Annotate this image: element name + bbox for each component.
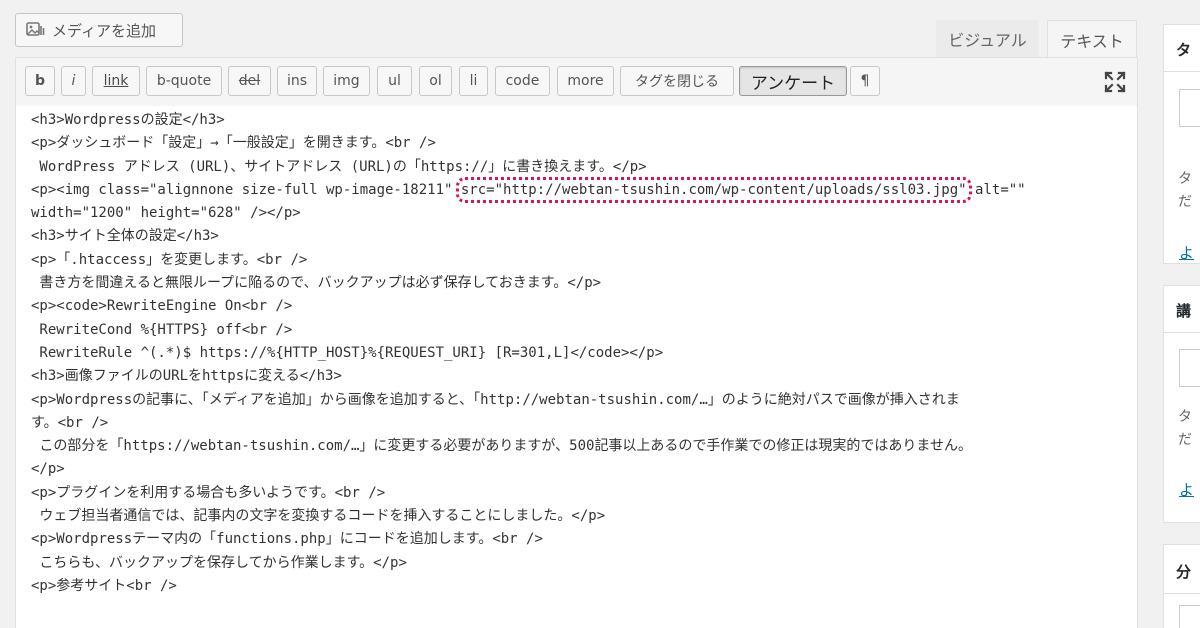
li-button[interactable]: li [459, 66, 488, 96]
code-line-segment: alt="" [966, 181, 1026, 198]
italic-button[interactable]: i [61, 66, 86, 96]
code-line: <h3>サイト全体の設定</h3> [31, 228, 219, 245]
text-editor[interactable]: <h3>Wordpressの設定</h3> <p>ダッシュボード「設定」→「一般… [15, 106, 1138, 628]
code-line: RewriteCond %{HTTPS} off<br /> [31, 321, 293, 338]
code-line: こちらも、バックアップを保存してから作業します。</p> [31, 554, 407, 571]
add-media-button[interactable]: メディアを追加 [15, 13, 183, 47]
del-button[interactable]: del [228, 66, 271, 96]
code-line: WordPress アドレス (URL)、サイトアドレス (URL)の「http… [31, 158, 647, 175]
sidebar-card-link[interactable]: よ [1179, 479, 1200, 500]
bold-button[interactable]: b [25, 66, 55, 96]
divider [1164, 332, 1200, 333]
ins-button[interactable]: ins [277, 66, 317, 96]
sidebar-card-heading: 講 [1176, 302, 1192, 320]
code-line: <h3>Wordpressの設定</h3> [31, 112, 225, 128]
add-media-label: メディアを追加 [52, 21, 156, 40]
sidebar-card-heading: 分 [1176, 563, 1192, 581]
sidebar-card-text: だ [1178, 432, 1192, 448]
code-line: 書き方を間違えると無限ループに陥るので、バックアップは必ず保存しておきます。</… [31, 275, 602, 292]
ul-button[interactable]: ul [377, 66, 412, 96]
code-line: <h3>画像ファイルのURLをhttpsに変える</h3> [31, 368, 342, 385]
divider [1164, 71, 1200, 72]
code-line: <p><code>RewriteEngine On<br /> [31, 298, 293, 315]
code-line: width="1200" height="628" /></p> [31, 205, 301, 222]
sidebar-input[interactable] [1179, 605, 1200, 628]
code-line: この部分を「https://webtan-tsushin.com/…」に変更する… [31, 438, 973, 455]
code-line: す。<br /> [31, 414, 109, 431]
sidebar-input[interactable] [1179, 89, 1200, 127]
code-line: RewriteRule ^(.*)$ https://%{HTTP_HOST}%… [31, 344, 664, 361]
sidebar-card-text: タ [1178, 171, 1192, 187]
sidebar-card-text: タ [1178, 409, 1192, 425]
highlighted-src: src="http://webtan-tsushin.com/wp-conten… [455, 176, 972, 203]
sidebar-card: タ タ だ よ [1163, 24, 1200, 264]
media-icon [26, 21, 46, 39]
sidebar-card: 分 [1163, 544, 1200, 628]
quicktags-toolbar: b i link b-quote del ins img ul ol li co… [15, 57, 1138, 107]
close-tags-button[interactable]: タグを閉じる [620, 66, 734, 96]
tab-text[interactable]: テキスト [1047, 20, 1137, 58]
tab-visual[interactable]: ビジュアル [936, 20, 1039, 58]
code-line: <p>「.htaccess」を変更します。<br /> [31, 251, 308, 268]
code-line: <p>参考サイト<br /> [31, 577, 177, 594]
sidebar-card-text: だ [1178, 194, 1192, 210]
sidebar-card-heading: タ [1176, 41, 1192, 59]
code-line: <p>Wordpressテーマ内の「functions.php」にコードを追加し… [31, 531, 543, 548]
link-button[interactable]: link [92, 66, 140, 96]
code-line-segment: <p><img class="alignnone size-full wp-im… [31, 181, 461, 198]
code-line: <p>ダッシュボード「設定」→「一般設定」を開きます。<br /> [31, 135, 436, 152]
fullscreen-icon[interactable] [1103, 70, 1127, 94]
sidebar-card-link[interactable]: よ [1179, 242, 1200, 263]
code-line: <p><img class="alignnone size-full wp-im… [31, 176, 1126, 203]
code-line: </p> [31, 461, 65, 478]
code-line: <p>Wordpressの記事に、「メディアを追加」から画像を追加すると、「ht… [31, 391, 960, 408]
sidebar-input[interactable] [1179, 349, 1200, 387]
paragraph-button[interactable]: ¶ [850, 66, 880, 96]
ol-button[interactable]: ol [419, 66, 452, 96]
code-button[interactable]: code [495, 66, 550, 96]
divider [1164, 593, 1200, 594]
editor-content: <h3>Wordpressの設定</h3> <p>ダッシュボード「設定」→「一般… [31, 109, 1126, 598]
blockquote-button[interactable]: b-quote [146, 66, 222, 96]
code-line: <p>プラグインを利用する場合も多いようです。<br /> [31, 484, 386, 501]
survey-button[interactable]: アンケート [739, 66, 847, 96]
sidebar-card: 講 タ だ よ [1163, 285, 1200, 523]
img-button[interactable]: img [323, 66, 370, 96]
code-line: ウェブ担当者通信では、記事内の文字を変換するコードを挿入することにしました。</… [31, 508, 606, 525]
sidebar: タ タ だ よ 講 タ だ よ 分 [1163, 0, 1200, 628]
more-button[interactable]: more [557, 66, 614, 96]
